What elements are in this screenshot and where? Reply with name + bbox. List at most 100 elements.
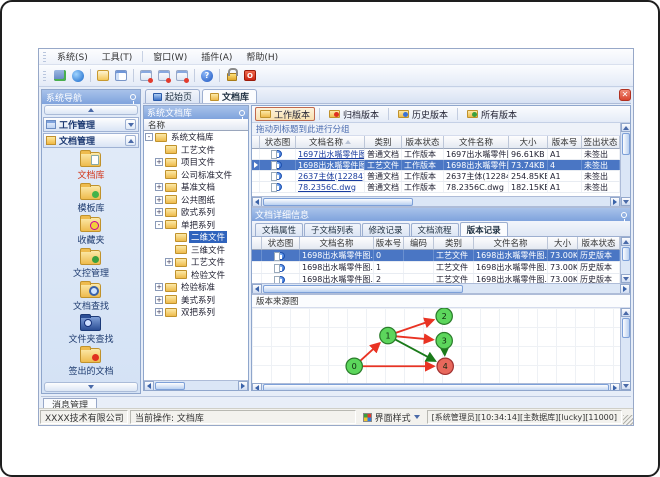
- detail-vertical-scrollbar[interactable]: [620, 237, 630, 283]
- detail-tab[interactable]: 版本记录: [459, 222, 508, 236]
- column-header[interactable]: 状态图: [260, 136, 296, 149]
- pin-icon[interactable]: [130, 94, 136, 104]
- history-version-button[interactable]: 历史版本: [393, 107, 453, 121]
- delete-message-icon[interactable]: [174, 68, 190, 84]
- sidebar-item[interactable]: 文档查找: [73, 280, 109, 312]
- column-header[interactable]: 版本号: [374, 237, 404, 250]
- column-header[interactable]: 状态图: [262, 237, 300, 250]
- menu-item[interactable]: 系统(S): [50, 49, 95, 64]
- graph-vertical-scrollbar[interactable]: [620, 308, 630, 390]
- version-row[interactable]: 1698出水嘴零件图.dwg 0 工艺文件 1698出水嘴零件图.dwg 73.…: [252, 250, 620, 262]
- document-row[interactable]: 78.2356C.dwg 普通文档 工作版本 78.2356C.dwg 182.…: [252, 182, 620, 193]
- tree-expander-icon[interactable]: +: [155, 308, 163, 317]
- web-homepage-icon[interactable]: [70, 68, 86, 84]
- sidebar-scroll-down[interactable]: [44, 382, 138, 392]
- scroll-thumb[interactable]: [263, 284, 463, 293]
- scroll-thumb[interactable]: [621, 318, 630, 338]
- tree-expander-icon[interactable]: -: [145, 133, 153, 142]
- menu-item[interactable]: [142, 51, 144, 62]
- tree-item[interactable]: 二维文件: [144, 231, 248, 244]
- column-header[interactable]: 大小: [548, 237, 578, 250]
- help-icon[interactable]: [199, 68, 215, 84]
- toolbar-grip[interactable]: [43, 70, 46, 81]
- tree-expander-icon[interactable]: +: [155, 183, 163, 192]
- column-header-sorted[interactable]: 文档名称: [296, 136, 365, 149]
- document-window-icon[interactable]: [95, 68, 111, 84]
- tree-expander-icon[interactable]: +: [155, 208, 163, 217]
- all-version-button[interactable]: 所有版本: [462, 107, 522, 121]
- scroll-thumb[interactable]: [263, 197, 413, 206]
- pin-icon[interactable]: [239, 109, 245, 120]
- tree-expander-icon[interactable]: +: [155, 158, 163, 167]
- resize-grip[interactable]: [623, 415, 633, 425]
- list-window-icon[interactable]: [113, 68, 129, 84]
- detail-tab[interactable]: 文档流程: [410, 223, 459, 236]
- column-header[interactable]: 编码: [404, 237, 434, 250]
- scroll-thumb[interactable]: [621, 133, 630, 155]
- tree-item[interactable]: 三维文件: [144, 244, 248, 257]
- tree-item[interactable]: + 欧式系列: [144, 206, 248, 219]
- pin-icon[interactable]: [621, 211, 627, 222]
- sidebar-item[interactable]: 文档库: [77, 149, 105, 181]
- menu-item[interactable]: 插件(A): [194, 49, 239, 64]
- sidebar-item[interactable]: 文件夹查找: [68, 313, 114, 345]
- graph-horizontal-scrollbar[interactable]: [252, 382, 620, 390]
- tree-item[interactable]: + 基准文档: [144, 181, 248, 194]
- tree-item[interactable]: 公司标准文件: [144, 169, 248, 182]
- tree-item[interactable]: - 系统文档库: [144, 131, 248, 144]
- menu-item[interactable]: 帮助(H): [239, 49, 285, 64]
- document-name-link[interactable]: 2637主体(12284).dwg: [296, 171, 365, 181]
- chevron-up-button[interactable]: [125, 135, 136, 146]
- tree-column-header[interactable]: 名称: [144, 119, 248, 131]
- close-tab-button[interactable]: ✕: [619, 89, 631, 101]
- chevron-down-button[interactable]: [125, 119, 136, 130]
- tree-item[interactable]: + 工艺文件: [144, 256, 248, 269]
- column-header[interactable]: 大小: [509, 136, 548, 149]
- document-row[interactable]: 2637主体(12284).dwg 普通文档 工作版本 2637主体(12284…: [252, 171, 620, 182]
- sidebar-group-document-management[interactable]: 文档管理: [43, 133, 139, 148]
- new-message-icon[interactable]: [138, 68, 154, 84]
- tree-item[interactable]: - 单把系列: [144, 219, 248, 232]
- tree-expander-icon[interactable]: +: [155, 195, 163, 204]
- column-header[interactable]: 类别: [365, 136, 402, 149]
- interface-style-icon[interactable]: [52, 68, 68, 84]
- document-row[interactable]: 1697出水嘴零件图.dwg 普通文档 工作版本 1697出水嘴零件图.dwg …: [252, 149, 620, 160]
- document-name-link[interactable]: 1697出水嘴零件图.dwg: [296, 149, 365, 159]
- document-name-link[interactable]: 78.2356C.dwg: [296, 182, 365, 192]
- grid-horizontal-scrollbar[interactable]: [252, 196, 620, 206]
- sidebar-group-work-management[interactable]: 工作管理: [43, 117, 139, 132]
- version-graph[interactable]: 0 1 2 3 4: [252, 308, 620, 383]
- tree-item[interactable]: + 检验标准: [144, 281, 248, 294]
- group-by-hint[interactable]: 拖动列标题到此进行分组: [252, 123, 620, 136]
- tree-expander-icon[interactable]: -: [155, 220, 163, 229]
- tree-item[interactable]: + 项目文件: [144, 156, 248, 169]
- interface-style-dropdown[interactable]: 界面样式: [358, 410, 425, 424]
- scroll-thumb[interactable]: [155, 381, 185, 390]
- tab-start-page[interactable]: 起始页: [145, 89, 201, 103]
- column-header[interactable]: 签出状态: [582, 136, 620, 149]
- tree-horizontal-scrollbar[interactable]: [144, 380, 248, 391]
- tree-item[interactable]: + 双把系列: [144, 306, 248, 319]
- tree-item[interactable]: + 公共图纸: [144, 194, 248, 207]
- detail-tab[interactable]: 修改记录: [361, 223, 410, 236]
- sidebar-scroll-up[interactable]: [44, 105, 138, 115]
- tab-document-library[interactable]: 文档库: [202, 89, 258, 103]
- column-header[interactable]: 文档名称: [300, 237, 374, 250]
- version-row[interactable]: 1698出水嘴零件图.dwg 2 工艺文件 1698出水嘴零件图.dwg 73.…: [252, 274, 620, 283]
- sidebar-item[interactable]: 模板库: [77, 182, 105, 214]
- scroll-thumb[interactable]: [263, 384, 609, 390]
- exit-system-icon[interactable]: [242, 68, 258, 84]
- open-message-icon[interactable]: [156, 68, 172, 84]
- lock-icon[interactable]: [224, 68, 240, 84]
- document-name-link[interactable]: 1698出水嘴零件图.dwg: [296, 160, 365, 170]
- tree-item[interactable]: 工艺文件: [144, 144, 248, 157]
- sidebar-item[interactable]: 签出的文档: [68, 346, 114, 377]
- sidebar-item[interactable]: 文控管理: [73, 248, 109, 279]
- column-header[interactable]: 版本状态: [578, 237, 620, 250]
- detail-tab[interactable]: 子文档列表: [304, 223, 361, 236]
- sidebar-item[interactable]: 收藏夹: [77, 215, 105, 246]
- column-header[interactable]: 文件名称: [474, 237, 548, 250]
- tree-item[interactable]: + 美式系列: [144, 294, 248, 307]
- work-version-button[interactable]: 工作版本: [255, 107, 316, 121]
- document-row[interactable]: 1698出水嘴零件图.dwg 工艺文件 工作版本 1698出水嘴零件图.dwg …: [252, 160, 620, 171]
